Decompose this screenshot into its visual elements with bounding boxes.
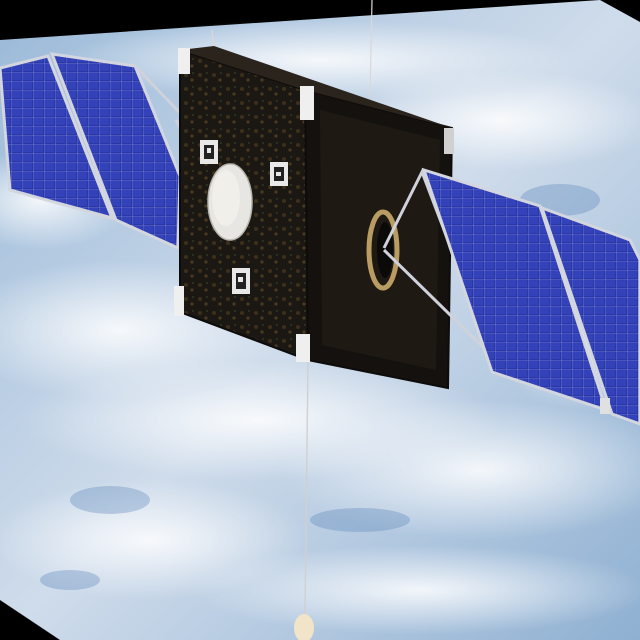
corner-bracket	[300, 86, 314, 120]
corner-bracket	[296, 334, 310, 362]
fiducial-marker	[232, 268, 250, 294]
corner-bracket	[444, 128, 454, 154]
fiducial-marker	[270, 162, 288, 186]
fiducial-marker	[200, 140, 218, 164]
corner-bracket	[174, 286, 184, 316]
satellite-scene	[0, 0, 640, 640]
corner-bracket	[178, 48, 190, 74]
